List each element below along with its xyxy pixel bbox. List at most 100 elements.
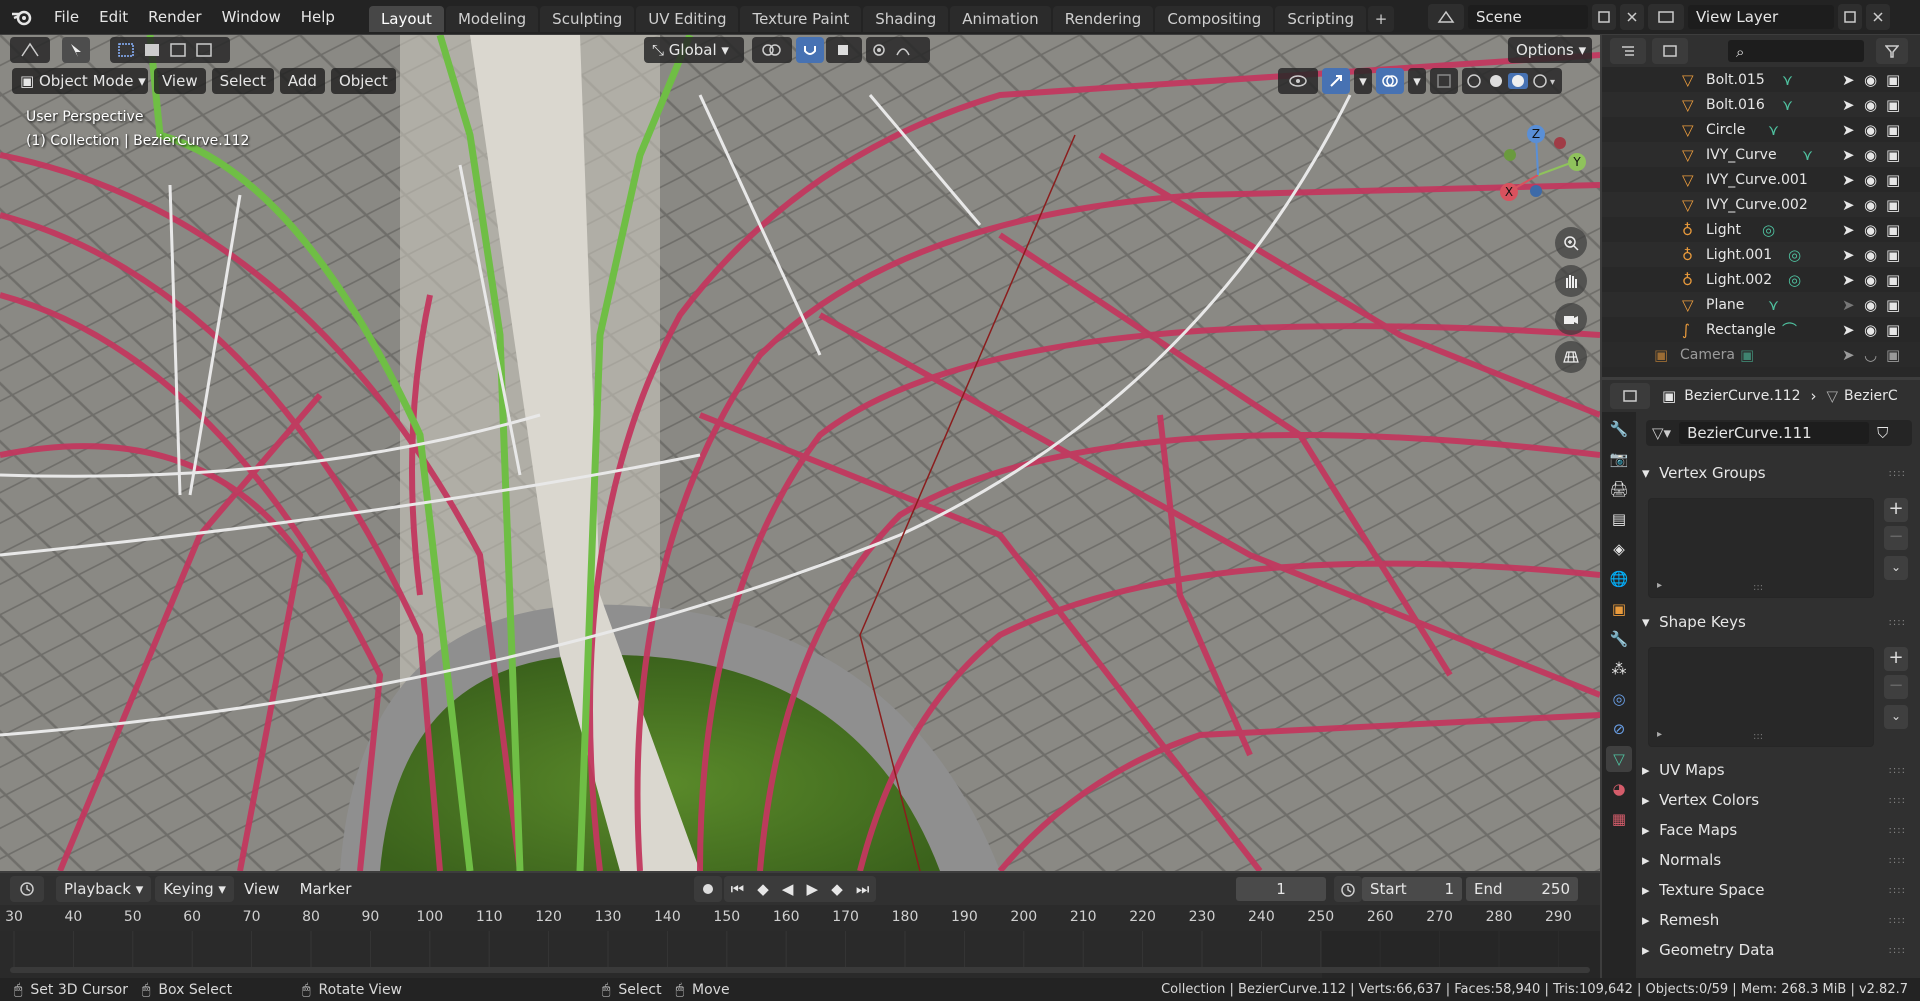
jump-start-icon[interactable]: ⏮: [731, 880, 745, 898]
camera-render-icon[interactable]: ▣: [1886, 346, 1900, 364]
select-arrow-icon[interactable]: ➤: [1842, 171, 1855, 189]
modifier-tab-icon[interactable]: 🔧: [1606, 626, 1632, 652]
scene-browse-icon[interactable]: [1428, 4, 1464, 30]
stopwatch-icon[interactable]: [1334, 876, 1362, 902]
scene-field[interactable]: Scene: [1468, 5, 1588, 29]
remove-shape-key-button[interactable]: −: [1884, 675, 1908, 699]
list-item[interactable]: ▽ IVY_Curve ⋎ ➤ ◉ ▣: [1602, 142, 1920, 167]
menu-window[interactable]: Window: [212, 0, 291, 34]
select-arrow-icon[interactable]: ➤: [1842, 321, 1855, 339]
vertex-groups-list[interactable]: ▸:::: [1648, 498, 1874, 598]
tab-shading[interactable]: Shading: [863, 6, 949, 32]
eye-icon[interactable]: ◉: [1864, 196, 1877, 214]
pivot-point-icon[interactable]: [752, 37, 792, 63]
panel-normals[interactable]: ▸ Normals::::: [1642, 846, 1914, 874]
list-item[interactable]: ♁ Light.002 ◎ ➤ ◉ ▣: [1602, 267, 1920, 292]
camera-render-icon[interactable]: ▣: [1886, 146, 1900, 164]
drag-grip-icon[interactable]: ::::: [1889, 855, 1906, 866]
camera-render-icon[interactable]: ▣: [1886, 321, 1900, 339]
tab-scripting[interactable]: Scripting: [1275, 6, 1367, 32]
panel-texture-space[interactable]: ▸ Texture Space::::: [1642, 876, 1914, 904]
select-arrow-icon[interactable]: ➤: [1842, 121, 1855, 139]
material-tab-icon[interactable]: ◕: [1606, 776, 1632, 802]
camera-render-icon[interactable]: ▣: [1886, 71, 1900, 89]
view-layer-field[interactable]: View Layer: [1688, 5, 1834, 29]
output-tab-icon[interactable]: 🖨: [1606, 476, 1632, 502]
select-arrow-icon[interactable]: ➤: [1842, 296, 1855, 314]
keying-dropdown[interactable]: Keying ▾: [155, 876, 234, 902]
navigation-gizmo[interactable]: Y X Z: [1494, 123, 1590, 219]
snap-target-icon[interactable]: [826, 37, 862, 63]
render-tab-icon[interactable]: 📷: [1606, 446, 1632, 472]
panel-shape-keys[interactable]: ▾ Shape Keys::::: [1642, 608, 1914, 636]
blender-logo-icon[interactable]: [0, 0, 44, 34]
camera-render-icon[interactable]: ▣: [1886, 171, 1900, 189]
list-expand-icon[interactable]: ▸: [1657, 580, 1662, 591]
list-item[interactable]: ▽ Plane ⋎ ➤ ◉ ▣: [1602, 292, 1920, 317]
properties-editor-type-icon[interactable]: [1610, 383, 1650, 409]
eye-icon[interactable]: ◉: [1864, 221, 1877, 239]
xray-toggle-icon[interactable]: [1430, 68, 1458, 94]
tab-compositing[interactable]: Compositing: [1155, 6, 1274, 32]
panel-vertex-colors[interactable]: ▸ Vertex Colors::::: [1642, 786, 1914, 814]
remove-view-layer-icon[interactable]: [1866, 4, 1890, 30]
select-arrow-icon[interactable]: ➤: [1842, 221, 1855, 239]
orthographic-grid-icon[interactable]: [1555, 341, 1587, 373]
camera-render-icon[interactable]: ▣: [1886, 196, 1900, 214]
viewport-menu-add[interactable]: Add: [279, 68, 325, 94]
view-layer-browse-icon[interactable]: [1648, 4, 1684, 30]
list-resize-grip-icon[interactable]: :::: [1753, 731, 1763, 742]
camera-view-icon[interactable]: [1555, 303, 1587, 335]
next-keyframe-icon[interactable]: ◆: [831, 880, 843, 898]
display-mode-icon[interactable]: [1652, 38, 1688, 64]
view-layer-tab-icon[interactable]: ▤: [1606, 506, 1632, 532]
gizmo-z-axis[interactable]: Z: [1527, 125, 1545, 143]
3d-viewport[interactable]: ⤡ Global ▾ Options ▾ ▣ Object Mode ▾ Vie…: [0, 35, 1600, 871]
tab-uv-editing[interactable]: UV Editing: [636, 6, 739, 32]
eye-icon[interactable]: ◡: [1864, 346, 1877, 364]
constraints-tab-icon[interactable]: ⊘: [1606, 716, 1632, 742]
transform-orientation-dropdown[interactable]: ⤡ Global ▾: [644, 37, 744, 63]
select-arrow-icon[interactable]: ➤: [1842, 146, 1855, 164]
gizmo-dropdown-icon[interactable]: ▾: [1354, 68, 1372, 94]
drag-grip-icon[interactable]: ::::: [1889, 617, 1906, 628]
panel-geometry-data[interactable]: ▸ Geometry Data::::: [1642, 936, 1914, 964]
tab-texture-paint[interactable]: Texture Paint: [740, 6, 862, 32]
jump-end-icon[interactable]: ⏭: [856, 880, 870, 898]
eye-icon[interactable]: ◉: [1864, 296, 1877, 314]
list-resize-grip-icon[interactable]: :::: [1753, 582, 1763, 593]
menu-help[interactable]: Help: [291, 0, 345, 34]
add-vertex-group-button[interactable]: +: [1884, 498, 1908, 522]
eye-icon[interactable]: ◉: [1864, 96, 1877, 114]
snap-toggle-icon[interactable]: [796, 37, 824, 63]
timeline-body[interactable]: [0, 931, 1600, 978]
shading-mode-icons[interactable]: ▾: [1462, 68, 1562, 94]
physics-tab-icon[interactable]: ◎: [1606, 686, 1632, 712]
play-reverse-icon[interactable]: ◀: [782, 880, 794, 898]
mesh-data-browse-icon[interactable]: ▽▾: [1652, 424, 1671, 442]
list-item[interactable]: ▽ IVY_Curve.001 ➤ ◉ ▣: [1602, 167, 1920, 192]
drag-grip-icon[interactable]: ::::: [1889, 825, 1906, 836]
viewport-menu-view[interactable]: View: [154, 68, 206, 94]
shape-key-specials-icon[interactable]: ⌄: [1884, 705, 1908, 729]
timeline-menu-marker[interactable]: Marker: [290, 873, 362, 905]
list-item[interactable]: ▽ Circle ⋎ ➤ ◉ ▣: [1602, 117, 1920, 142]
shape-keys-list[interactable]: ▸:::: [1648, 647, 1874, 747]
tab-modeling[interactable]: Modeling: [445, 6, 539, 32]
record-icon[interactable]: [694, 876, 722, 902]
overlays-toggle-icon[interactable]: [1376, 68, 1404, 94]
datablock-name-field[interactable]: BezierCurve.111: [1679, 422, 1870, 444]
visibility-eye-icon[interactable]: [1278, 68, 1318, 94]
data-tab-icon[interactable]: ▽: [1606, 746, 1632, 772]
drag-grip-icon[interactable]: ::::: [1889, 795, 1906, 806]
eye-icon[interactable]: ◉: [1864, 121, 1877, 139]
panel-uv-maps[interactable]: ▸ UV Maps::::: [1642, 756, 1914, 784]
object-mode-dropdown[interactable]: ▣ Object Mode ▾: [12, 68, 148, 94]
eye-icon[interactable]: ◉: [1864, 71, 1877, 89]
menu-file[interactable]: File: [44, 0, 89, 34]
eye-icon[interactable]: ◉: [1864, 146, 1877, 164]
panel-remesh[interactable]: ▸ Remesh::::: [1642, 906, 1914, 934]
menu-edit[interactable]: Edit: [89, 0, 138, 34]
fake-user-shield-icon[interactable]: ⛉: [1877, 424, 1888, 442]
current-frame-field[interactable]: 1: [1236, 877, 1326, 901]
